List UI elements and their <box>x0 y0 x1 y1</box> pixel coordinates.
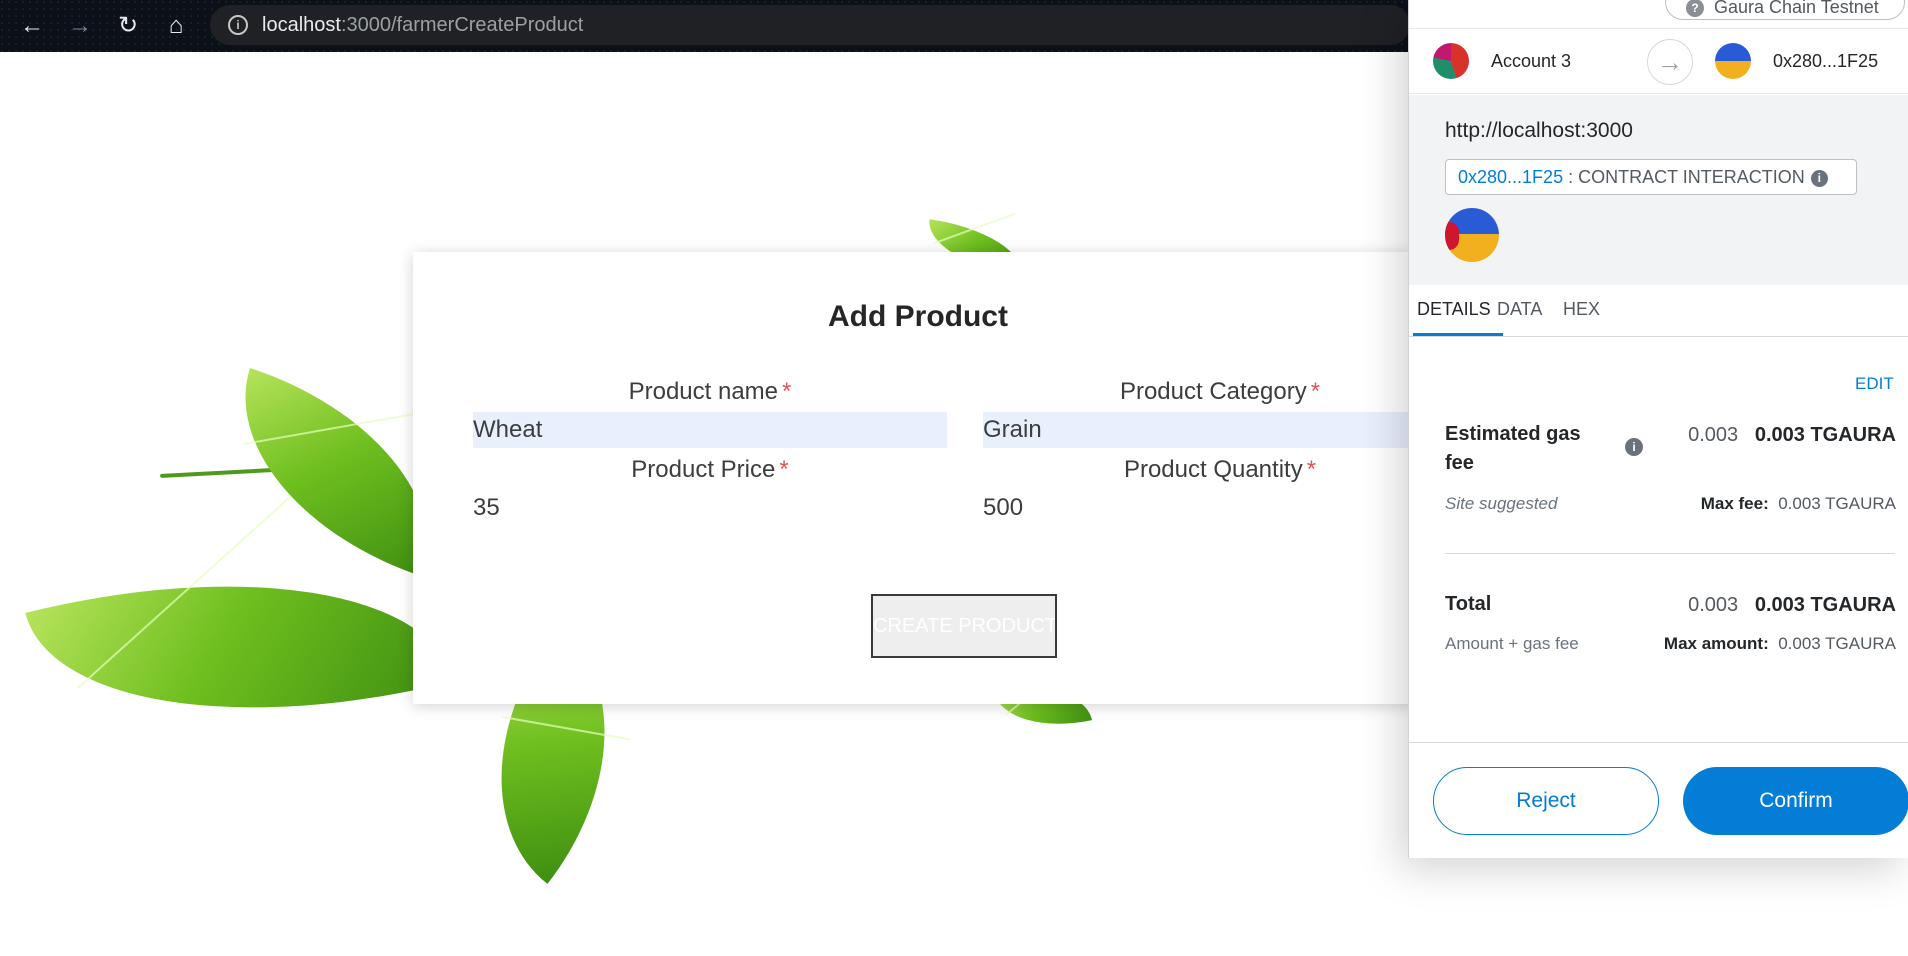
action-footer: Reject Confirm <box>1409 742 1908 858</box>
tab-data[interactable]: DATA <box>1497 299 1542 320</box>
contract-interaction-label: CONTRACT INTERACTION <box>1578 167 1805 187</box>
tab-bar: DETAILS DATA HEX <box>1409 285 1908 337</box>
url-host: localhost <box>262 14 341 36</box>
edit-gas-link[interactable]: EDIT <box>1855 374 1894 394</box>
site-info-icon[interactable]: i <box>228 15 248 35</box>
product-name-input[interactable]: Wheat <box>473 412 947 448</box>
create-product-button[interactable]: CREATE PRODUCT <box>871 594 1057 658</box>
recipient-address[interactable]: 0x280...1F25 <box>1773 51 1878 72</box>
info-icon[interactable]: i <box>1625 438 1643 456</box>
total-bold: 0.003 TGAURA <box>1754 594 1896 616</box>
contract-separator: : <box>1563 167 1579 187</box>
required-mark: * <box>779 456 789 483</box>
tab-details[interactable]: DETAILS <box>1417 299 1491 320</box>
account-row: Account 3 → 0x280...1F25 <box>1409 28 1908 94</box>
active-tab-indicator <box>1413 333 1503 336</box>
origin-url: http://localhost:3000 <box>1445 119 1633 142</box>
product-price-label: Product Price * <box>473 456 947 484</box>
account-name: Account 3 <box>1491 51 1572 71</box>
product-price-input[interactable]: 35 <box>473 490 947 526</box>
gas-fee-amount: 0.003 0.003 TGAURA <box>1688 424 1896 447</box>
max-amount-row: Max amount: 0.003 TGAURA <box>1664 634 1896 654</box>
origin-section: http://localhost:3000 0x280...1F25 : CON… <box>1409 95 1908 285</box>
forward-arrow-icon[interactable]: → <box>64 10 96 42</box>
page-title: Add Product <box>828 300 1008 333</box>
total-label: Total <box>1445 593 1492 615</box>
recipient-avatar <box>1715 43 1751 79</box>
estimated-gas-fee-label: Estimated gas fee <box>1445 423 1581 474</box>
product-name-label-text: Product name <box>628 378 779 405</box>
divider <box>1445 553 1895 554</box>
gas-fee-value: 0.003 <box>1688 424 1739 446</box>
reject-button[interactable]: Reject <box>1433 767 1659 835</box>
back-arrow-icon[interactable]: ← <box>16 10 48 42</box>
screen: ← → ↻ ⌂ i localhost:3000/farmerCreatePro… <box>0 0 1908 956</box>
info-icon[interactable]: i <box>1810 170 1828 187</box>
total-amount: 0.003 0.003 TGAURA <box>1688 594 1896 617</box>
product-quantity-input[interactable]: 500 <box>983 490 1457 526</box>
product-category-input[interactable]: Grain <box>983 412 1457 448</box>
url-path: :3000/farmerCreateProduct <box>340 14 584 36</box>
reload-icon[interactable]: ↻ <box>112 10 144 42</box>
required-mark: * <box>1306 456 1317 483</box>
product-category-label-text: Product Category <box>1119 378 1307 405</box>
add-product-card: Add Product Product name * Wheat Product … <box>413 252 1457 704</box>
network-selector[interactable]: ? Gaura Chain Testnet <box>1665 0 1905 20</box>
contract-interaction-box: 0x280...1F25 : CONTRACT INTERACTION i <box>1445 159 1857 195</box>
confirm-button[interactable]: Confirm <box>1683 767 1908 835</box>
amount-gas-label: Amount + gas fee <box>1445 634 1579 653</box>
gas-fee-bold: 0.003 TGAURA <box>1754 424 1896 446</box>
max-amount-value: 0.003 TGAURA <box>1778 634 1896 653</box>
max-fee-label: Max fee: <box>1700 494 1769 513</box>
tab-hex[interactable]: HEX <box>1563 299 1600 320</box>
product-quantity-label: Product Quantity * <box>983 456 1457 484</box>
address-bar[interactable]: i localhost:3000/farmerCreateProduct <box>210 5 1410 45</box>
site-suggested-label: Site suggested <box>1445 494 1558 513</box>
arrow-right-icon: → <box>1647 39 1693 85</box>
network-name: Gaura Chain Testnet <box>1714 0 1879 17</box>
max-fee-row: Max fee: 0.003 TGAURA <box>1701 494 1896 514</box>
product-quantity-label-text: Product Quantity <box>1123 456 1303 483</box>
url-text: localhost:3000/farmerCreateProduct <box>262 14 583 37</box>
max-amount-label: Max amount: <box>1663 634 1769 653</box>
question-icon: ? <box>1686 0 1704 17</box>
total-value: 0.003 <box>1688 594 1739 616</box>
account-avatar <box>1433 43 1469 79</box>
required-mark: * <box>782 378 792 405</box>
product-price-label-text: Product Price <box>631 456 776 483</box>
product-category-label: Product Category * <box>983 378 1457 406</box>
required-mark: * <box>1310 378 1321 405</box>
metamask-popup: ? Gaura Chain Testnet Account 3 → 0x280.… <box>1408 0 1908 858</box>
max-fee-value: 0.003 TGAURA <box>1778 494 1896 513</box>
contract-address-link[interactable]: 0x280...1F25 <box>1458 167 1563 187</box>
contract-avatar <box>1445 208 1499 262</box>
home-icon[interactable]: ⌂ <box>160 10 192 42</box>
product-name-label: Product name * <box>473 378 947 406</box>
